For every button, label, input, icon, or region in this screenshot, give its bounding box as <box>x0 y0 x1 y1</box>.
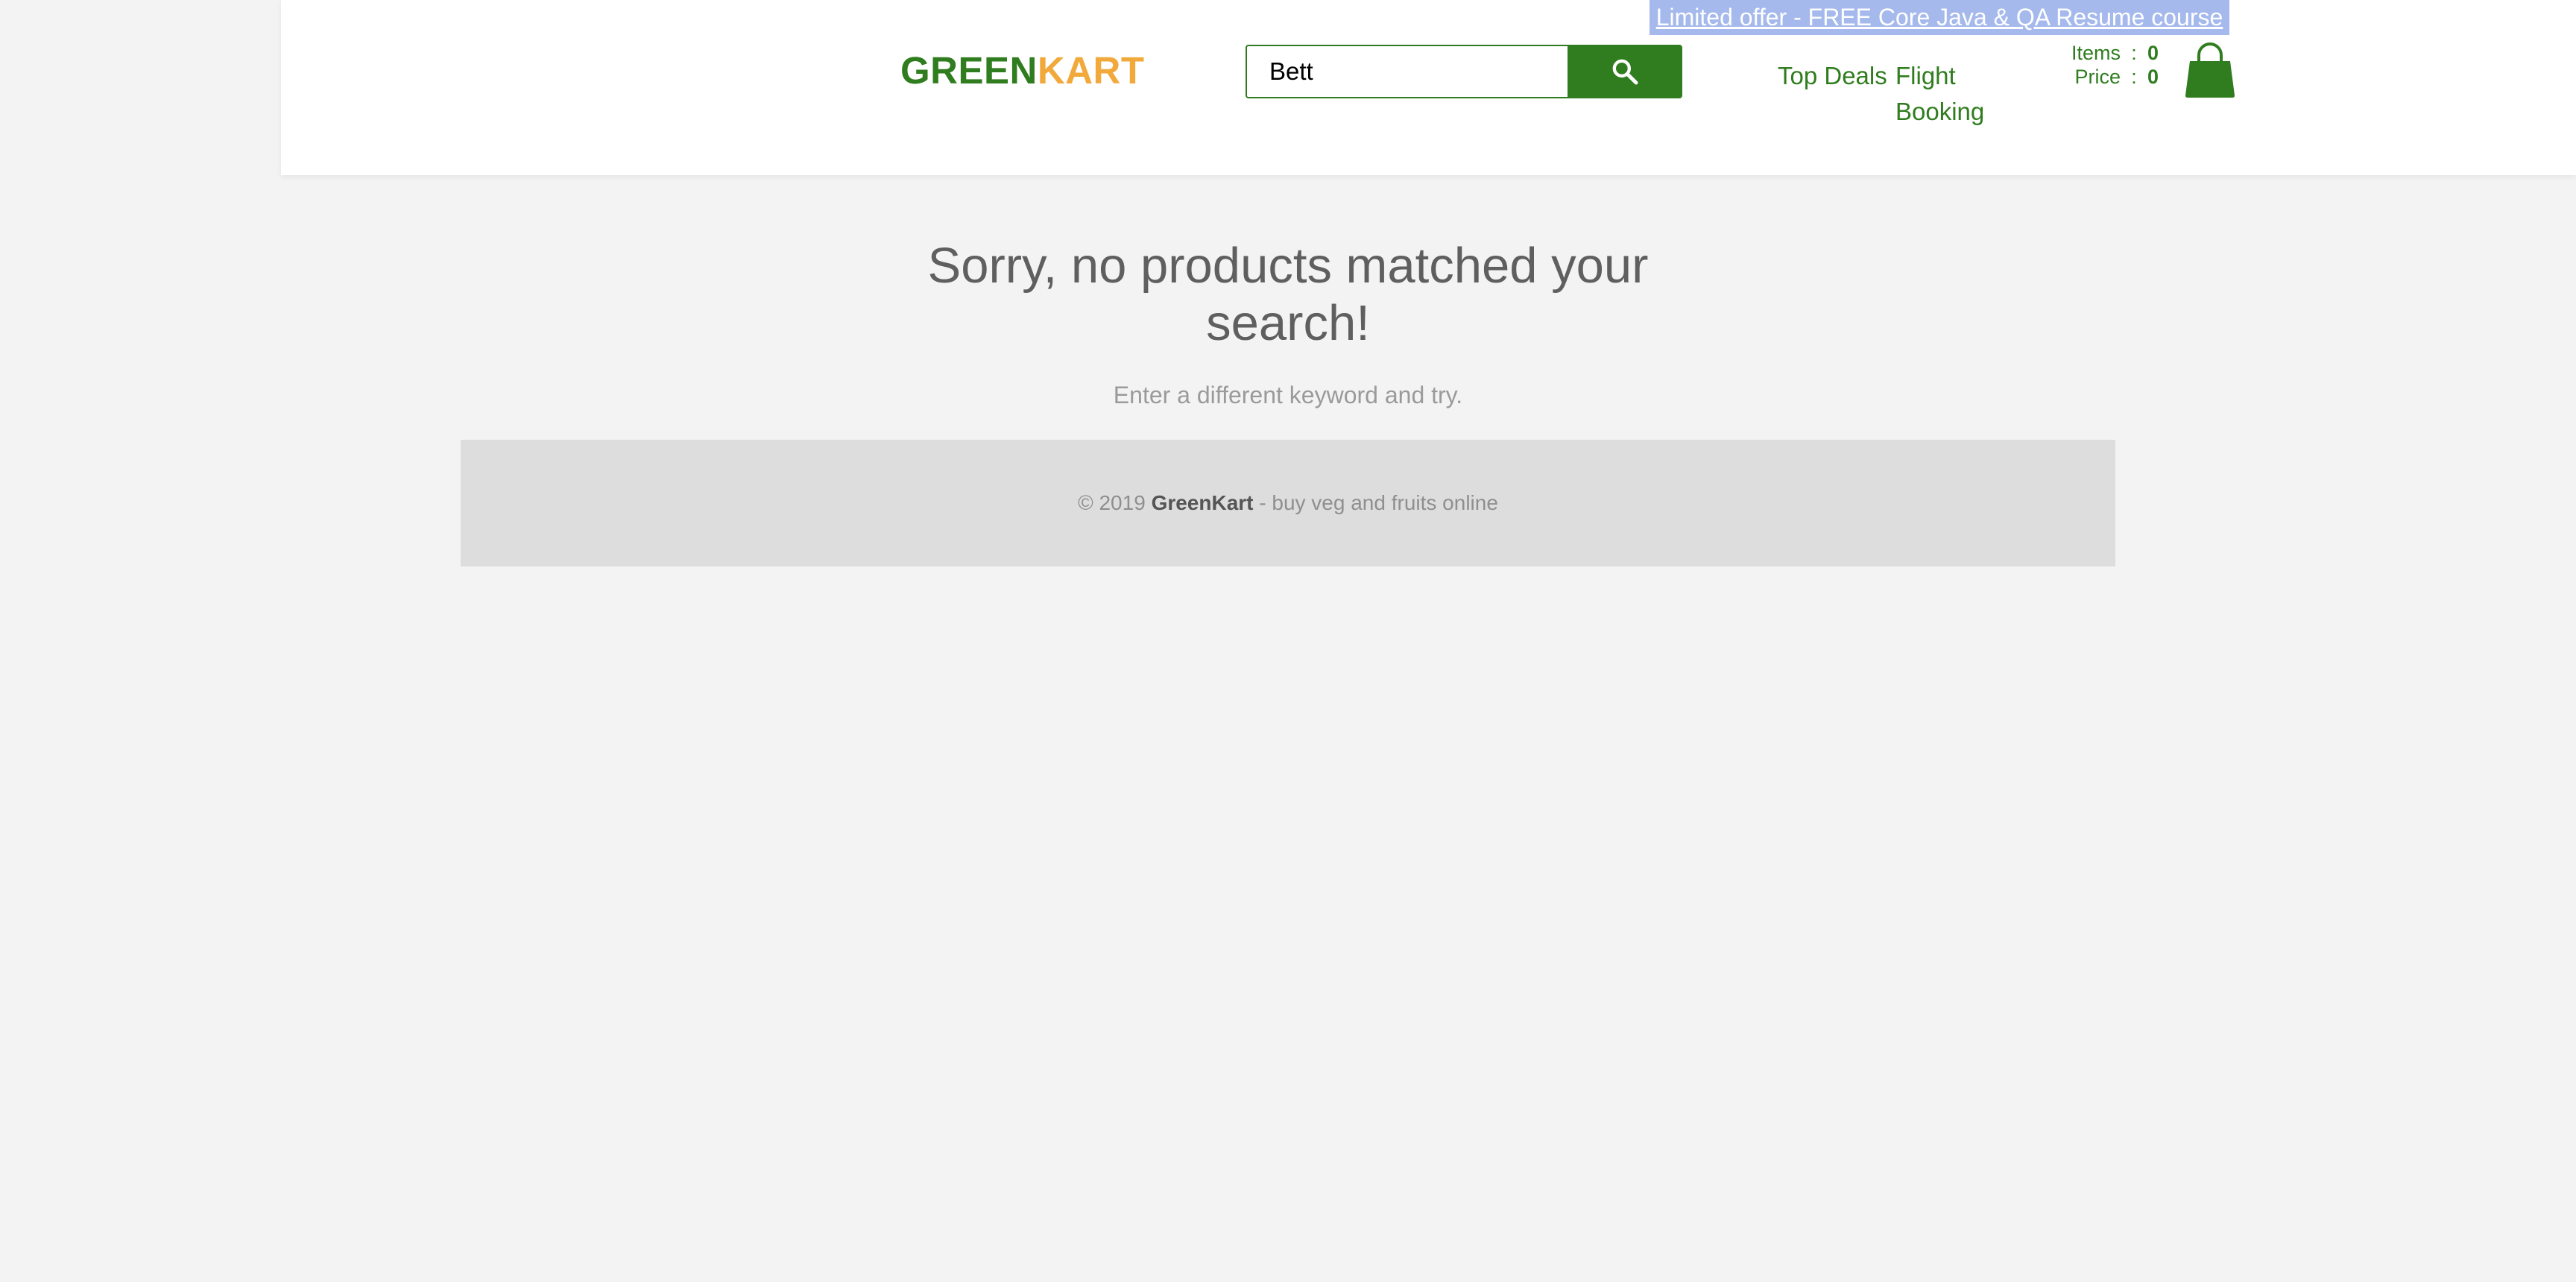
no-results-subtitle: Enter a different keyword and try. <box>1113 382 1463 408</box>
brand-logo[interactable]: GREENKART <box>900 48 1145 93</box>
search-button[interactable] <box>1568 45 1682 98</box>
search-icon <box>1612 59 1638 85</box>
footer-tagline: - buy veg and fruits online <box>1253 491 1498 514</box>
brand-logo-green: GREEN <box>900 49 1038 92</box>
search-input[interactable] <box>1246 45 1568 98</box>
cart-price-separator: : <box>2131 66 2137 88</box>
cart-price-value: 0 <box>2147 66 2159 88</box>
footer-copyright: © 2019 <box>1078 491 1152 514</box>
cart-price-label: Price <box>2074 66 2121 88</box>
nav-top-deals[interactable]: Top Deals <box>1778 58 1890 94</box>
nav-flight-booking[interactable]: Flight Booking <box>1895 58 2007 130</box>
cart-summary: Items : 0 Price : 0 <box>2035 41 2159 89</box>
promo-banner: Limited offer - FREE Core Java & QA Resu… <box>1650 0 2229 35</box>
cart-items-value: 0 <box>2147 42 2159 64</box>
brand-logo-kart: KART <box>1037 49 1145 92</box>
cart-items-separator: : <box>2131 42 2137 64</box>
cart-items-label: Items <box>2071 42 2121 64</box>
footer-brand: GreenKart <box>1151 491 1254 514</box>
promo-link[interactable]: Limited offer - FREE Core Java & QA Resu… <box>1656 4 2223 31</box>
site-footer: © 2019 GreenKart - buy veg and fruits on… <box>461 440 2115 566</box>
shopping-bag-icon[interactable] <box>2184 42 2236 98</box>
no-results-title: Sorry, no products matched your search! <box>927 238 1649 351</box>
